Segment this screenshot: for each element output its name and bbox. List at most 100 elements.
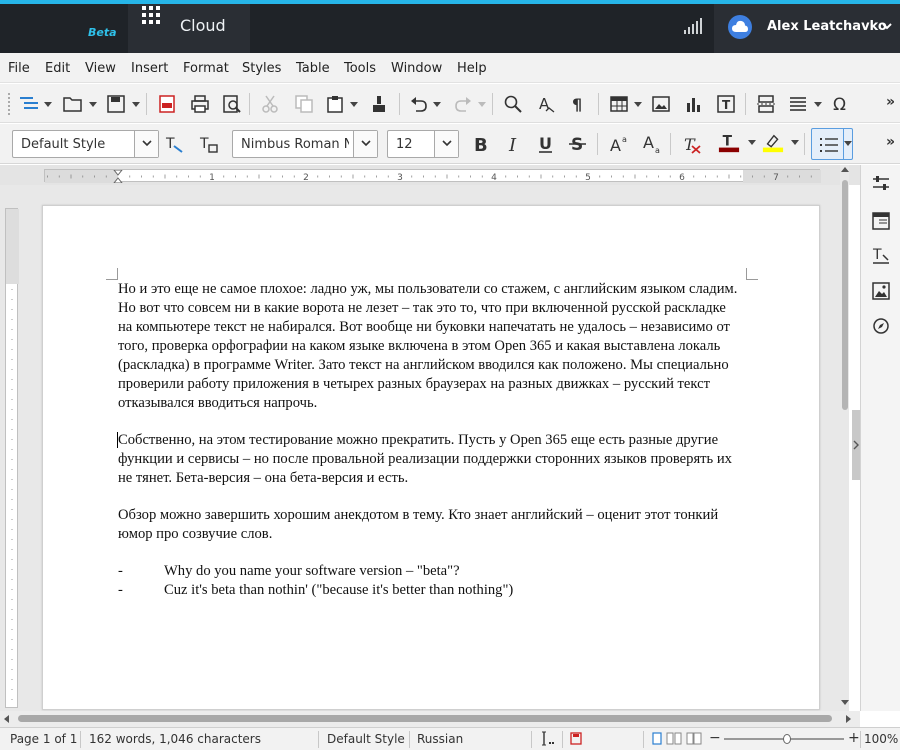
menu-view[interactable]: View (85, 61, 116, 76)
menu-edit[interactable]: Edit (45, 61, 70, 76)
chevron-down-icon[interactable] (843, 129, 852, 159)
insert-special-character-icon[interactable]: Ω (830, 93, 852, 115)
paste-icon[interactable] (324, 93, 346, 115)
strikethrough-icon[interactable]: S (567, 133, 589, 155)
insert-field-icon[interactable] (787, 93, 809, 115)
sidebar-resize-handle[interactable] (852, 410, 860, 480)
paragraph-style-select[interactable]: Default Style (12, 130, 159, 158)
page-icon[interactable] (871, 211, 891, 231)
book-view-icon[interactable] (686, 732, 702, 745)
list-bullet: - (118, 563, 123, 579)
find-replace-icon[interactable] (502, 93, 524, 115)
horizontal-scroll-thumb[interactable] (18, 715, 832, 722)
page-style[interactable]: Default Style (327, 732, 405, 746)
scroll-left-icon[interactable] (4, 715, 10, 723)
font-size-select[interactable]: 12 (387, 130, 459, 158)
navigator-icon[interactable] (871, 316, 891, 336)
menu-help[interactable]: Help (457, 61, 487, 76)
chevron-down-icon[interactable] (44, 102, 52, 108)
new-style-icon[interactable]: T (198, 133, 220, 155)
print-icon[interactable] (189, 93, 211, 115)
chevron-down-icon[interactable] (134, 131, 158, 157)
styles-icon[interactable]: T (871, 246, 891, 266)
insert-page-break-icon[interactable] (755, 93, 777, 115)
redo-icon[interactable] (452, 93, 474, 115)
subscript-icon[interactable]: Aa (641, 133, 663, 155)
more-options-icon[interactable]: » (886, 134, 895, 150)
superscript-icon[interactable]: Aa (608, 133, 630, 155)
menu-window[interactable]: Window (391, 61, 442, 76)
document-modified-icon[interactable] (570, 732, 582, 745)
chevron-down-icon[interactable] (353, 131, 377, 157)
multi-page-view-icon[interactable] (666, 732, 682, 745)
chevron-down-icon[interactable] (132, 102, 140, 108)
underline-icon[interactable]: U (535, 133, 557, 155)
gallery-icon[interactable] (871, 281, 891, 301)
zoom-level[interactable]: 100% (864, 732, 898, 746)
zoom-slider-thumb[interactable] (783, 734, 791, 744)
menu-format[interactable]: Format (183, 61, 229, 76)
svg-text:Ω: Ω (833, 95, 846, 113)
insert-image-icon[interactable] (650, 93, 672, 115)
bold-icon[interactable]: B (470, 133, 492, 155)
list-button[interactable] (811, 128, 853, 160)
update-style-icon[interactable]: T (164, 133, 186, 155)
menu-table[interactable]: Table (296, 61, 330, 76)
formatting-marks-icon[interactable]: ¶ (567, 93, 589, 115)
selection-mode-icon[interactable] (541, 731, 555, 746)
export-pdf-icon[interactable] (156, 93, 178, 115)
product-name[interactable]: Cloud (180, 16, 226, 35)
chevron-down-icon[interactable] (634, 102, 642, 108)
single-page-view-icon[interactable] (652, 732, 662, 745)
page-count[interactable]: Page 1 of 1 (10, 732, 77, 746)
user-menu[interactable]: Alex Leatchavko (714, 4, 900, 53)
menu-file[interactable]: File (8, 61, 30, 76)
copy-icon[interactable] (293, 93, 315, 115)
chevron-down-icon[interactable] (350, 102, 358, 108)
vertical-scroll-thumb[interactable] (842, 180, 848, 410)
cut-icon[interactable] (259, 93, 281, 115)
zoom-out-icon[interactable]: − (709, 730, 721, 746)
document-body[interactable]: Но и это еще не самое плохое: ладно уж, … (118, 280, 740, 600)
insert-chart-icon[interactable] (683, 93, 705, 115)
toolbar-grip[interactable] (8, 93, 10, 115)
save-icon[interactable] (105, 93, 127, 115)
scroll-down-icon[interactable] (841, 700, 849, 706)
horizontal-ruler[interactable]: 1 2 3 4 5 6 7 (44, 169, 821, 183)
user-name: Alex Leatchavko (767, 19, 887, 34)
insert-table-icon[interactable] (608, 93, 630, 115)
clear-formatting-icon[interactable]: T (681, 133, 703, 155)
insert-textbox-icon[interactable]: T (715, 93, 737, 115)
undo-icon[interactable] (408, 93, 430, 115)
menu-tools[interactable]: Tools (344, 61, 376, 76)
vertical-ruler[interactable] (5, 208, 19, 709)
chevron-down-icon[interactable] (434, 131, 458, 157)
paragraph: Собственно, на этом тестирование можно п… (118, 432, 732, 486)
scroll-right-icon[interactable] (846, 715, 852, 723)
chevron-down-icon[interactable] (478, 102, 486, 108)
word-count[interactable]: 162 words, 1,046 characters (89, 732, 261, 746)
scroll-up-icon[interactable] (841, 167, 849, 173)
navigator-icon[interactable] (18, 93, 40, 115)
text-language[interactable]: Russian (417, 732, 463, 746)
italic-icon[interactable]: I (503, 133, 525, 155)
chevron-down-icon[interactable] (748, 140, 756, 146)
spelling-icon[interactable]: A (535, 93, 557, 115)
chevron-down-icon[interactable] (89, 102, 97, 108)
font-name-select[interactable]: Nimbus Roman N (232, 130, 378, 158)
zoom-in-icon[interactable]: + (848, 730, 860, 746)
menu-styles[interactable]: Styles (242, 61, 281, 76)
open-icon[interactable] (62, 93, 84, 115)
properties-icon[interactable] (871, 173, 891, 193)
print-preview-icon[interactable] (221, 93, 243, 115)
list-item-text: Why do you name your software version – … (164, 563, 460, 579)
clone-formatting-icon[interactable] (368, 93, 390, 115)
apps-grid-icon[interactable] (142, 6, 160, 24)
font-color-icon[interactable]: T (718, 132, 740, 154)
highlight-icon[interactable] (762, 132, 784, 154)
chevron-down-icon[interactable] (433, 102, 441, 108)
chevron-down-icon[interactable] (791, 140, 799, 146)
chevron-down-icon[interactable] (814, 102, 822, 108)
more-options-icon[interactable]: » (886, 94, 895, 110)
menu-insert[interactable]: Insert (131, 61, 168, 76)
